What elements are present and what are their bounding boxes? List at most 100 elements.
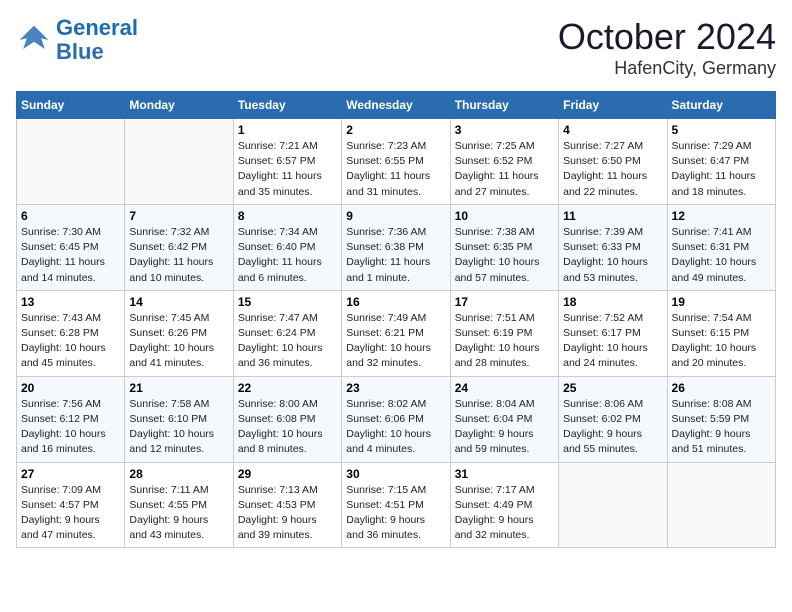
calendar-cell: 16 Sunrise: 7:49 AM Sunset: 6:21 PM Dayli… [342, 290, 450, 376]
day-info: Sunrise: 8:08 AM Sunset: 5:59 PM Dayligh… [672, 397, 771, 458]
month-title: October 2024 [558, 16, 776, 58]
day-info: Sunrise: 7:21 AM Sunset: 6:57 PM Dayligh… [238, 139, 337, 200]
calendar-cell: 12Sunrise: 7:41 AM Sunset: 6:31 PM Dayli… [667, 204, 775, 290]
weekday-header: Friday [559, 92, 667, 119]
day-number: 27 [21, 467, 120, 481]
day-number: 31 [455, 467, 554, 481]
day-info: Sunrise: 7:17 AM Sunset: 4:49 PM Dayligh… [455, 483, 554, 544]
calendar-cell: 14Sunrise: 7:45 AM Sunset: 6:26 PM Dayli… [125, 290, 233, 376]
logo-line1: General [56, 15, 138, 40]
calendar-week-row: 1Sunrise: 7:21 AM Sunset: 6:57 PM Daylig… [17, 119, 776, 205]
day-number: 3 [455, 123, 554, 137]
calendar-cell: 2 Sunrise: 7:23 AM Sunset: 6:55 PM Daylig… [342, 119, 450, 205]
day-info: Sunrise: 7:23 AM Sunset: 6:55 PM Dayligh… [346, 139, 445, 200]
calendar-week-row: 20 Sunrise: 7:56 AM Sunset: 6:12 PM Dayli… [17, 376, 776, 462]
calendar-table: SundayMondayTuesdayWednesdayThursdayFrid… [16, 91, 776, 548]
calendar-cell: 4Sunrise: 7:27 AM Sunset: 6:50 PM Daylig… [559, 119, 667, 205]
calendar-cell: 9Sunrise: 7:36 AM Sunset: 6:38 PM Daylig… [342, 204, 450, 290]
calendar-cell: 3 Sunrise: 7:25 AM Sunset: 6:52 PM Daylig… [450, 119, 558, 205]
day-number: 11 [563, 209, 662, 223]
day-number: 16 [346, 295, 445, 309]
weekday-header: Saturday [667, 92, 775, 119]
day-info: Sunrise: 7:49 AM Sunset: 6:21 PM Dayligh… [346, 311, 445, 372]
calendar-week-row: 6 Sunrise: 7:30 AM Sunset: 6:45 PM Daylig… [17, 204, 776, 290]
calendar-cell: 22Sunrise: 8:00 AM Sunset: 6:08 PM Dayli… [233, 376, 341, 462]
day-number: 6 [21, 209, 120, 223]
logo-bird-icon [16, 22, 52, 58]
calendar-cell [125, 119, 233, 205]
day-info: Sunrise: 7:15 AM Sunset: 4:51 PM Dayligh… [346, 483, 445, 544]
calendar-cell: 21 Sunrise: 7:58 AM Sunset: 6:10 PM Dayli… [125, 376, 233, 462]
calendar-cell: 27Sunrise: 7:09 AM Sunset: 4:57 PM Dayli… [17, 462, 125, 548]
location-title: HafenCity, Germany [558, 58, 776, 79]
day-info: Sunrise: 8:06 AM Sunset: 6:02 PM Dayligh… [563, 397, 662, 458]
day-info: Sunrise: 7:13 AM Sunset: 4:53 PM Dayligh… [238, 483, 337, 544]
day-number: 8 [238, 209, 337, 223]
day-info: Sunrise: 7:54 AM Sunset: 6:15 PM Dayligh… [672, 311, 771, 372]
calendar-cell: 7Sunrise: 7:32 AM Sunset: 6:42 PM Daylig… [125, 204, 233, 290]
weekday-header: Thursday [450, 92, 558, 119]
day-number: 17 [455, 295, 554, 309]
day-number: 26 [672, 381, 771, 395]
calendar-cell [559, 462, 667, 548]
day-info: Sunrise: 7:11 AM Sunset: 4:55 PM Dayligh… [129, 483, 228, 544]
calendar-cell: 25 Sunrise: 8:06 AM Sunset: 6:02 PM Dayli… [559, 376, 667, 462]
day-number: 25 [563, 381, 662, 395]
day-info: Sunrise: 7:51 AM Sunset: 6:19 PM Dayligh… [455, 311, 554, 372]
day-info: Sunrise: 8:04 AM Sunset: 6:04 PM Dayligh… [455, 397, 554, 458]
day-number: 9 [346, 209, 445, 223]
calendar-cell: 5 Sunrise: 7:29 AM Sunset: 6:47 PM Daylig… [667, 119, 775, 205]
day-number: 5 [672, 123, 771, 137]
calendar-cell [17, 119, 125, 205]
day-info: Sunrise: 7:25 AM Sunset: 6:52 PM Dayligh… [455, 139, 554, 200]
day-number: 22 [238, 381, 337, 395]
weekday-header: Wednesday [342, 92, 450, 119]
calendar-cell: 19Sunrise: 7:54 AM Sunset: 6:15 PM Dayli… [667, 290, 775, 376]
day-info: Sunrise: 7:38 AM Sunset: 6:35 PM Dayligh… [455, 225, 554, 286]
day-info: Sunrise: 7:43 AM Sunset: 6:28 PM Dayligh… [21, 311, 120, 372]
day-number: 23 [346, 381, 445, 395]
calendar-cell: 18 Sunrise: 7:52 AM Sunset: 6:17 PM Dayli… [559, 290, 667, 376]
page-header: General Blue October 2024 HafenCity, Ger… [16, 16, 776, 79]
day-number: 18 [563, 295, 662, 309]
day-info: Sunrise: 7:45 AM Sunset: 6:26 PM Dayligh… [129, 311, 228, 372]
calendar-cell: 31 Sunrise: 7:17 AM Sunset: 4:49 PM Dayli… [450, 462, 558, 548]
calendar-cell: 11 Sunrise: 7:39 AM Sunset: 6:33 PM Dayli… [559, 204, 667, 290]
logo-line2: Blue [56, 39, 104, 64]
weekday-header: Sunday [17, 92, 125, 119]
day-info: Sunrise: 7:39 AM Sunset: 6:33 PM Dayligh… [563, 225, 662, 286]
calendar-cell: 8 Sunrise: 7:34 AM Sunset: 6:40 PM Daylig… [233, 204, 341, 290]
calendar-cell: 1Sunrise: 7:21 AM Sunset: 6:57 PM Daylig… [233, 119, 341, 205]
calendar-header-row: SundayMondayTuesdayWednesdayThursdayFrid… [17, 92, 776, 119]
day-number: 20 [21, 381, 120, 395]
day-number: 28 [129, 467, 228, 481]
day-number: 10 [455, 209, 554, 223]
weekday-header: Tuesday [233, 92, 341, 119]
calendar-cell: 23 Sunrise: 8:02 AM Sunset: 6:06 PM Dayli… [342, 376, 450, 462]
day-number: 7 [129, 209, 228, 223]
day-info: Sunrise: 7:30 AM Sunset: 6:45 PM Dayligh… [21, 225, 120, 286]
day-info: Sunrise: 8:02 AM Sunset: 6:06 PM Dayligh… [346, 397, 445, 458]
day-number: 30 [346, 467, 445, 481]
calendar-cell: 10 Sunrise: 7:38 AM Sunset: 6:35 PM Dayli… [450, 204, 558, 290]
day-number: 15 [238, 295, 337, 309]
day-info: Sunrise: 7:41 AM Sunset: 6:31 PM Dayligh… [672, 225, 771, 286]
calendar-cell [667, 462, 775, 548]
day-info: Sunrise: 7:52 AM Sunset: 6:17 PM Dayligh… [563, 311, 662, 372]
day-info: Sunrise: 7:58 AM Sunset: 6:10 PM Dayligh… [129, 397, 228, 458]
day-info: Sunrise: 7:27 AM Sunset: 6:50 PM Dayligh… [563, 139, 662, 200]
day-info: Sunrise: 7:56 AM Sunset: 6:12 PM Dayligh… [21, 397, 120, 458]
logo-text: General Blue [56, 16, 138, 64]
day-number: 21 [129, 381, 228, 395]
day-number: 2 [346, 123, 445, 137]
day-info: Sunrise: 7:29 AM Sunset: 6:47 PM Dayligh… [672, 139, 771, 200]
weekday-header: Monday [125, 92, 233, 119]
title-block: October 2024 HafenCity, Germany [558, 16, 776, 79]
day-info: Sunrise: 7:34 AM Sunset: 6:40 PM Dayligh… [238, 225, 337, 286]
calendar-cell: 30 Sunrise: 7:15 AM Sunset: 4:51 PM Dayli… [342, 462, 450, 548]
day-number: 24 [455, 381, 554, 395]
calendar-cell: 29Sunrise: 7:13 AM Sunset: 4:53 PM Dayli… [233, 462, 341, 548]
calendar-cell: 26 Sunrise: 8:08 AM Sunset: 5:59 PM Dayli… [667, 376, 775, 462]
calendar-cell: 17 Sunrise: 7:51 AM Sunset: 6:19 PM Dayli… [450, 290, 558, 376]
calendar-cell: 15Sunrise: 7:47 AM Sunset: 6:24 PM Dayli… [233, 290, 341, 376]
